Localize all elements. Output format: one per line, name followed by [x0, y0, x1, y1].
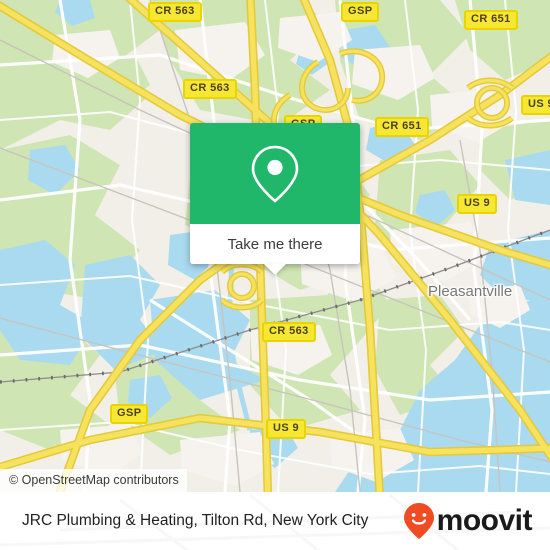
take-me-there-label: Take me there	[227, 235, 323, 253]
map-pin-icon	[251, 145, 299, 203]
map-viewport[interactable]: Pleasantville CR 563 GSP CR 651 CR 563 U…	[0, 0, 550, 492]
page-title: JRC Plumbing & Heating, Tilton Rd, New Y…	[22, 512, 369, 529]
moovit-wordmark: moovit	[436, 504, 533, 537]
location-popup-card[interactable]: Take me there	[190, 123, 360, 275]
road-shield: CR 563	[183, 79, 237, 99]
popup-pointer-tail	[264, 264, 286, 275]
road-shield: GSP	[341, 2, 380, 22]
moovit-smiley-pin-icon	[403, 503, 434, 539]
road-shield: US 9	[521, 95, 550, 115]
map-screenshot: Pleasantville CR 563 GSP CR 651 CR 563 U…	[0, 0, 550, 550]
road-shield: US 9	[266, 419, 307, 439]
road-shield: CR 563	[262, 322, 316, 342]
road-shield: CR 651	[464, 10, 518, 30]
place-label-pleasantville: Pleasantville	[428, 283, 513, 300]
road-shield: US 9	[457, 194, 498, 214]
popup-action-area[interactable]: Take me there	[190, 224, 360, 264]
footer-bar: JRC Plumbing & Heating, Tilton Rd, New Y…	[0, 492, 550, 550]
road-shield: CR 651	[375, 117, 429, 137]
road-shield: GSP	[110, 404, 149, 424]
osm-attribution[interactable]: © OpenStreetMap contributors	[0, 469, 187, 492]
moovit-logo[interactable]: moovit	[403, 502, 533, 540]
popup-icon-area	[190, 123, 360, 224]
road-shield: CR 563	[148, 2, 202, 22]
